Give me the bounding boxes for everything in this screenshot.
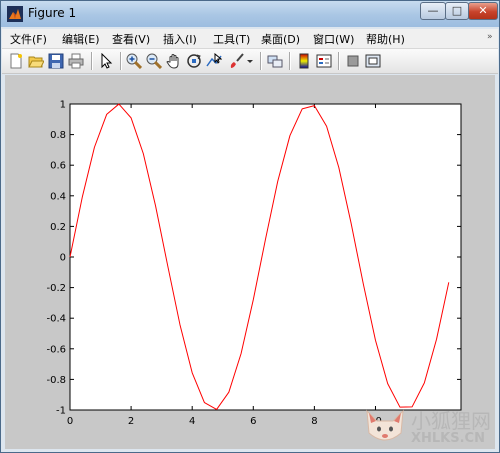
data-cursor-icon[interactable] bbox=[206, 53, 222, 69]
menu-edit[interactable]: 编辑(E) bbox=[62, 31, 100, 47]
y-tick-label: 0.2 bbox=[50, 222, 66, 233]
toolbar-separator bbox=[260, 52, 262, 70]
x-tick-label: 4 bbox=[189, 416, 195, 427]
window-title: Figure 1 bbox=[28, 6, 77, 20]
rotate-3d-icon[interactable] bbox=[186, 53, 202, 69]
menu-view[interactable]: 查看(V) bbox=[112, 31, 150, 47]
figure-canvas: 10.80.60.40.20-0.2-0.4-0.6-0.8-1 0246810 bbox=[5, 75, 495, 449]
colorbar-icon[interactable] bbox=[296, 53, 312, 69]
menu-bar: 文件(F) 编辑(E) 查看(V) 插入(I) 工具(T) 桌面(D) 窗口(W… bbox=[2, 29, 498, 49]
pointer-icon[interactable] bbox=[98, 53, 114, 69]
y-tick-label: -0.2 bbox=[46, 283, 66, 294]
dropdown-arrow-icon[interactable] bbox=[246, 53, 254, 69]
new-figure-icon[interactable] bbox=[8, 53, 24, 69]
menu-desktop[interactable]: 桌面(D) bbox=[261, 31, 300, 47]
link-plot-icon[interactable] bbox=[267, 53, 283, 69]
watermark-text: 小狐狸网 bbox=[411, 409, 491, 433]
menu-help[interactable]: 帮助(H) bbox=[366, 31, 405, 47]
y-tick-label: 0 bbox=[60, 253, 66, 264]
close-button[interactable]: ✕ bbox=[468, 2, 498, 20]
save-icon[interactable] bbox=[48, 53, 64, 69]
x-tick-label: 6 bbox=[250, 416, 256, 427]
watermark-url: XHLKS.CN bbox=[411, 431, 485, 446]
x-tick-label: 0 bbox=[67, 416, 73, 427]
menu-file[interactable]: 文件(F) bbox=[10, 31, 47, 47]
print-icon[interactable] bbox=[68, 53, 84, 69]
minimize-icon: — bbox=[427, 4, 439, 17]
menu-window[interactable]: 窗口(W) bbox=[313, 31, 354, 47]
y-tick-label: 0.8 bbox=[50, 130, 66, 141]
toolbar-separator bbox=[120, 52, 122, 70]
close-icon: ✕ bbox=[478, 4, 488, 17]
toolbar-separator bbox=[91, 52, 93, 70]
figure-toolbar bbox=[2, 49, 498, 74]
zoom-in-icon[interactable] bbox=[126, 53, 142, 69]
figure-window: Figure 1 — □ ✕ 文件(F) 编辑(E) 查看(V) 插入(I) 工… bbox=[0, 0, 500, 453]
x-tick-label: 8 bbox=[311, 416, 317, 427]
x-tick-label: 2 bbox=[128, 416, 134, 427]
y-tick-label: 0.4 bbox=[50, 191, 66, 202]
sine-plot[interactable]: 10.80.60.40.20-0.2-0.4-0.6-0.8-1 0246810 bbox=[5, 75, 495, 449]
y-tick-label: -0.6 bbox=[46, 344, 66, 355]
matlab-logo-icon bbox=[7, 6, 23, 22]
title-bar[interactable]: Figure 1 — □ ✕ bbox=[1, 1, 499, 27]
fox-logo-icon bbox=[366, 409, 404, 441]
maximize-icon: □ bbox=[451, 4, 463, 17]
show-plot-tools-icon[interactable] bbox=[365, 53, 381, 69]
toolbar-separator bbox=[289, 52, 291, 70]
y-tick-label: -0.8 bbox=[46, 375, 66, 386]
minimize-button[interactable]: — bbox=[420, 2, 446, 20]
y-tick-label: 0.6 bbox=[50, 161, 66, 172]
watermark: 小狐狸网 XHLKS.CN bbox=[363, 403, 499, 451]
maximize-button[interactable]: □ bbox=[445, 2, 469, 20]
brush-icon[interactable] bbox=[228, 53, 244, 69]
y-tick-label: -0.4 bbox=[46, 314, 66, 325]
toolbar-separator bbox=[338, 52, 340, 70]
y-tick-label: 1 bbox=[60, 100, 66, 111]
menu-tools[interactable]: 工具(T) bbox=[213, 31, 250, 47]
menu-overflow-icon[interactable]: » bbox=[487, 32, 493, 42]
axes-background bbox=[69, 103, 462, 411]
y-tick-label: -1 bbox=[56, 406, 66, 417]
zoom-out-icon[interactable] bbox=[146, 53, 162, 69]
hide-plot-tools-icon[interactable] bbox=[345, 53, 361, 69]
pan-hand-icon[interactable] bbox=[166, 53, 182, 69]
legend-icon[interactable] bbox=[316, 53, 332, 69]
open-file-icon[interactable] bbox=[28, 53, 44, 69]
menu-insert[interactable]: 插入(I) bbox=[163, 31, 197, 47]
